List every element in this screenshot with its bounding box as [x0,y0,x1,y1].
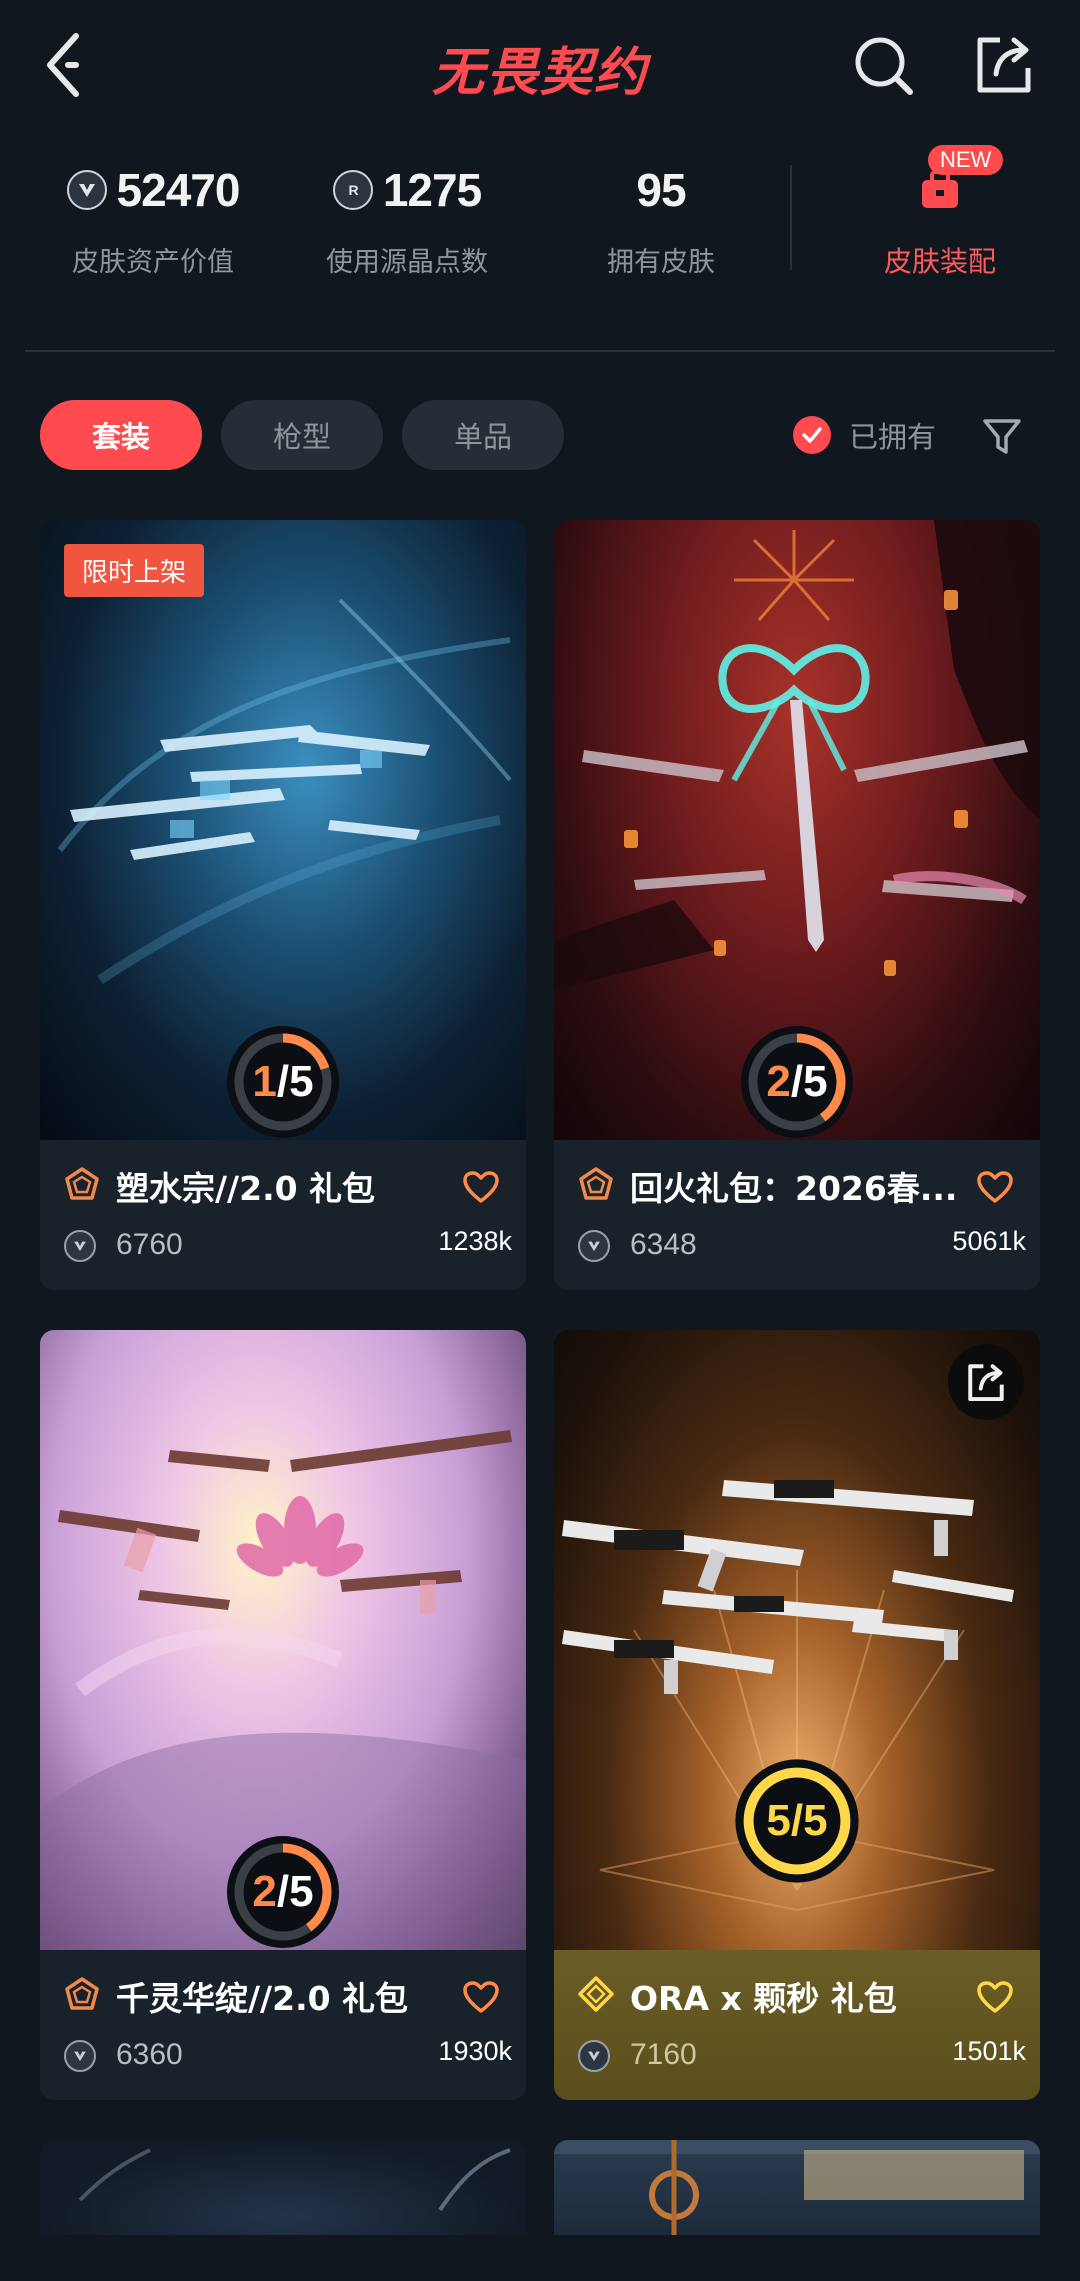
progress-text: 5/5 [766,1796,828,1845]
progress-total: 5 [803,1057,828,1106]
vp-coin-icon [578,2040,610,2072]
filter-icon[interactable] [982,416,1022,456]
top-bar: 无畏契约 [0,0,1080,130]
progress-total: 5 [803,1796,828,1845]
tab-single-item[interactable]: 单品 [402,400,564,470]
new-badge: NEW [928,145,1004,175]
stat-value: 1275 [382,164,482,216]
likes-count: 1930k [438,2036,512,2066]
progress-ring: 2/5 [737,1022,857,1140]
bundle-card[interactable]: 2/5 回火礼包：2026春... 6348 5061k [554,520,1040,1290]
tier-icon [579,1167,613,1200]
heart-icon[interactable] [462,1170,500,1204]
stat-label: 皮肤资产价值 [72,247,234,278]
search-icon[interactable] [852,34,914,96]
bundle-price: 6760 [116,1228,183,1261]
tier-icon [65,1167,99,1200]
bundle-card-partial[interactable] [554,2140,1040,2235]
stat-value: 95 [636,164,686,216]
progress-text: 2/5 [766,1057,828,1106]
radianite-icon: R [332,170,373,210]
stat-owned-skins: 95 拥有皮肤 [536,150,786,279]
tab-weapon-type[interactable]: 枪型 [221,400,383,470]
progress-text: 2/5 [252,1867,314,1916]
bundle-card[interactable]: 限时上架 1/5 塑水宗//2.0 礼包 6760 1238k [40,520,526,1290]
share-icon[interactable] [972,32,1036,96]
stat-value: 52470 [116,164,241,216]
tab-bundle[interactable]: 套装 [40,400,202,470]
chevron-left-icon[interactable] [40,30,100,100]
progress-owned: 2 [766,1057,791,1106]
vp-coin-icon [578,1230,610,1262]
tier-icon [578,1976,614,2012]
bundle-price: 6348 [630,1228,697,1261]
bundle-price: 6360 [116,2038,183,2071]
bundle-card[interactable]: 5/5 ORA x 颗秒 礼包 7160 1501k [554,1330,1040,2100]
progress-ring: 2/5 [223,1832,343,1950]
stat-label: 拥有皮肤 [607,247,715,278]
progress-owned: 1 [252,1057,277,1106]
bundle-name: 千灵华绽//2.0 礼包 [116,1979,409,2018]
bundle-card-partial[interactable] [40,2140,526,2235]
bundle-price: 7160 [630,2038,697,2071]
bundle-name: 回火礼包：2026春... [630,1169,958,1208]
bundle-image: 2/5 [554,520,1040,1140]
divider [790,165,792,270]
tier-icon [65,1977,99,2010]
stat-label: 使用源晶点数 [326,247,488,278]
progress-owned: 5 [766,1796,791,1845]
bundle-image: 限时上架 1/5 [40,520,526,1140]
heart-icon[interactable] [976,1170,1014,1204]
bundle-name: 塑水宗//2.0 礼包 [116,1169,376,1208]
svg-text:R: R [348,182,358,198]
progress-ring: 1/5 [223,1022,343,1140]
owned-label: 已拥有 [849,420,937,454]
checkbox-checked-icon[interactable] [793,416,831,454]
heart-icon[interactable] [462,1980,500,2014]
share-icon[interactable] [948,1344,1024,1420]
stat-radianite: R 1275 使用源晶点数 [282,150,532,279]
vp-coin-icon [64,2040,96,2072]
skin-loadout-label: 皮肤装配 [883,245,996,278]
app-logo: 无畏契约 [431,42,648,103]
vp-coin-icon [64,1230,96,1262]
divider [25,350,1055,352]
heart-icon[interactable] [976,1980,1014,2014]
progress-total: 5 [289,1867,314,1916]
progress-total: 5 [289,1057,314,1106]
likes-count: 1501k [952,2036,1026,2066]
bundle-name: ORA x 颗秒 礼包 [630,1979,897,2018]
limited-time-badge: 限时上架 [64,544,205,597]
progress-owned: 2 [252,1867,277,1916]
progress-text: 1/5 [252,1057,314,1106]
bundle-image: 2/5 [40,1330,526,1950]
vp-coin-icon [66,170,107,210]
filter-bar: 套装 枪型 单品 已拥有 [0,400,1080,475]
likes-count: 1238k [438,1226,512,1256]
stat-skin-value: 52470 皮肤资产价值 [28,150,278,279]
bundle-card[interactable]: 2/5 千灵华绽//2.0 礼包 6360 1930k [40,1330,526,2100]
progress-ring: 5/5 [731,1755,863,1887]
owned-toggle[interactable]: 已拥有 [793,400,936,470]
bundle-image: 5/5 [554,1330,1040,1950]
likes-count: 5061k [952,1226,1026,1256]
